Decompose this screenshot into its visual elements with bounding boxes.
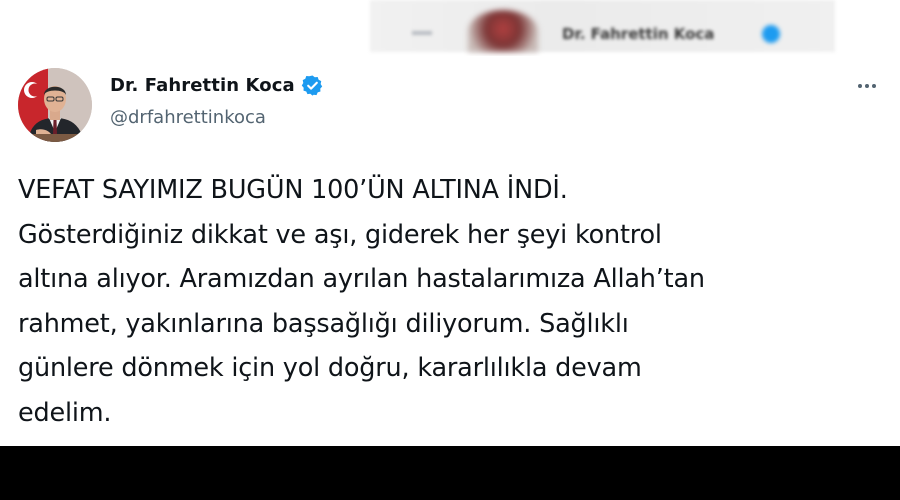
tweet-text-line: edelim. [18, 397, 112, 428]
tweet-text-line: günlere dönmek için yol doğru, kararlılı… [18, 353, 642, 383]
blurred-author-name: Dr. Fahrettin Koca [562, 25, 715, 43]
tweet-text-line: altına alıyor. Aramızdan ayrılan hastala… [18, 264, 705, 294]
author-name[interactable]: Dr. Fahrettin Koca [110, 75, 295, 96]
more-options-icon [858, 84, 862, 88]
author-handle[interactable]: @drfahrettinkoca [110, 107, 266, 128]
more-options-dot [865, 84, 869, 88]
tweet-screenshot: Dr. Fahrettin Koca Dr. Fahrettin Koca @d… [0, 0, 900, 500]
blurred-dash-icon [412, 31, 432, 35]
verified-badge-icon [301, 74, 324, 97]
tweet-text: VEFAT SAYIMIZ BUGÜN 100’ÜN ALTINA İNDİ. … [18, 168, 878, 435]
tweet-text-line: VEFAT SAYIMIZ BUGÜN 100’ÜN ALTINA İNDİ. [18, 175, 568, 205]
blurred-header-strip: Dr. Fahrettin Koca [0, 0, 900, 56]
tweet-text-line: rahmet, yakınlarına başsağlığı diliyorum… [18, 308, 629, 339]
avatar-photo-icon [18, 68, 92, 142]
more-options-button[interactable] [852, 76, 882, 96]
tweet-text-line: Gösterdiğiniz dikkat ve aşı, giderek her… [18, 219, 662, 250]
blurred-verified-icon [762, 25, 780, 43]
avatar[interactable] [18, 68, 92, 142]
more-options-dot [872, 84, 876, 88]
bottom-black-bar [0, 446, 900, 500]
author-name-row[interactable]: Dr. Fahrettin Koca [110, 74, 324, 97]
blurred-avatar [468, 10, 538, 52]
